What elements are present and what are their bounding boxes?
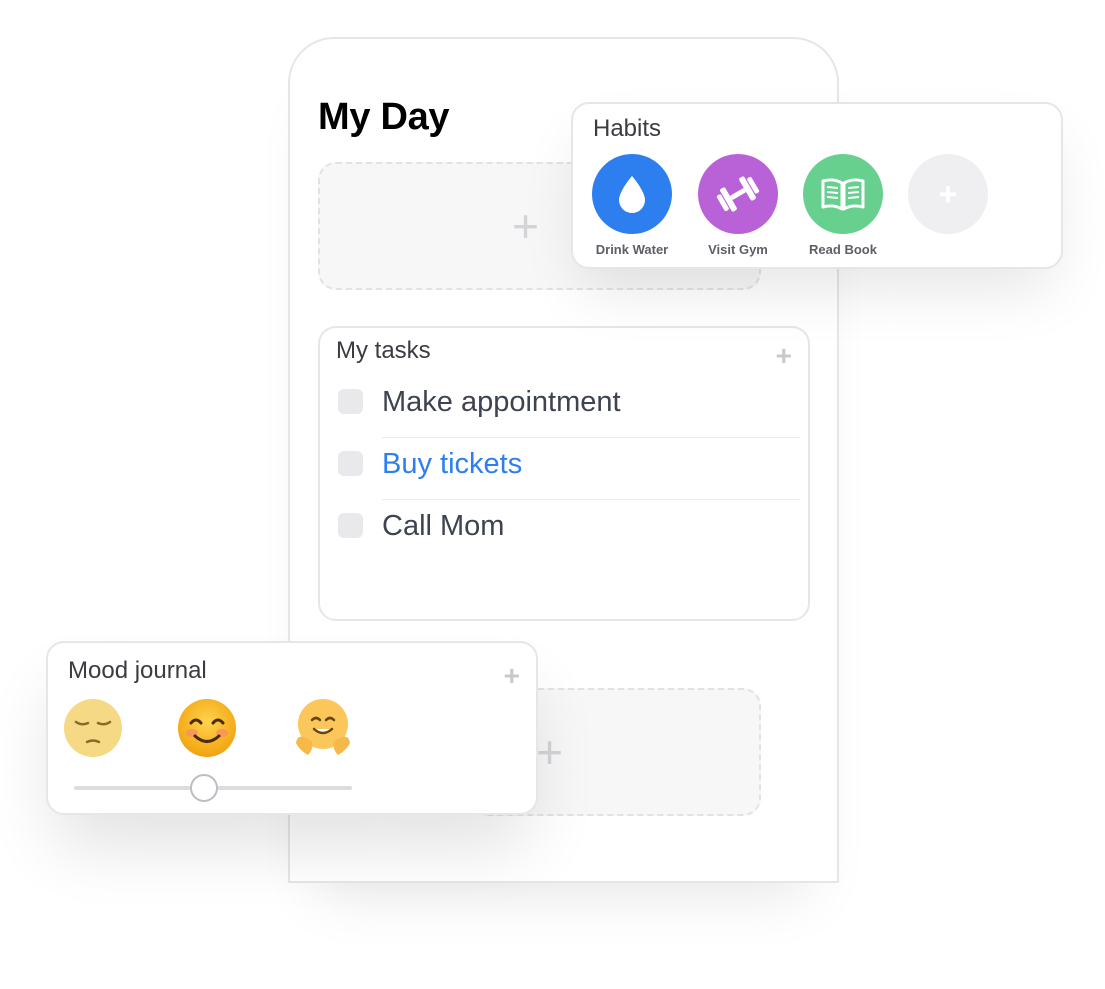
- task-checkbox[interactable]: [338, 451, 363, 476]
- habits-title: Habits: [593, 115, 662, 142]
- habit-visit-gym[interactable]: Visit Gym: [688, 154, 788, 257]
- habit-label: Drink Water: [595, 242, 669, 257]
- book-icon: [803, 154, 883, 234]
- hugging-face-emoji[interactable]: [292, 697, 354, 759]
- tasks-title: My tasks: [336, 337, 431, 364]
- add-habit-button[interactable]: +: [898, 154, 998, 234]
- task-label: Make appointment: [382, 386, 621, 418]
- dumbbell-icon: [698, 154, 778, 234]
- habit-drink-water[interactable]: Drink Water: [582, 154, 682, 257]
- task-checkbox[interactable]: [338, 513, 363, 538]
- plus-icon: +: [512, 200, 539, 252]
- habit-read-book[interactable]: Read Book: [793, 154, 893, 257]
- task-item[interactable]: Buy tickets: [338, 438, 800, 500]
- water-drop-icon: [592, 154, 672, 234]
- habit-label: Read Book: [809, 242, 877, 257]
- add-task-icon[interactable]: +: [776, 342, 792, 370]
- mood-journal-widget: Mood journal +: [46, 641, 538, 815]
- plus-icon: +: [908, 154, 988, 234]
- page-title: My Day: [318, 96, 450, 138]
- task-label: Buy tickets: [382, 448, 523, 480]
- tasks-widget: My tasks + Make appointment Buy tickets …: [318, 326, 810, 621]
- mood-slider-thumb[interactable]: [190, 774, 218, 802]
- task-label: Call Mom: [382, 510, 505, 542]
- task-item[interactable]: Make appointment: [338, 376, 800, 438]
- smiling-face-emoji[interactable]: [176, 697, 238, 759]
- task-item[interactable]: Call Mom: [338, 500, 800, 562]
- task-checkbox[interactable]: [338, 389, 363, 414]
- pensive-face-emoji[interactable]: [62, 697, 124, 759]
- habit-label: Visit Gym: [708, 242, 768, 257]
- add-mood-icon[interactable]: +: [504, 662, 520, 690]
- plus-icon: +: [536, 726, 563, 778]
- mood-journal-title: Mood journal: [68, 657, 207, 684]
- habits-widget: Habits Drink Water Visit Gym Read Book +: [571, 102, 1063, 269]
